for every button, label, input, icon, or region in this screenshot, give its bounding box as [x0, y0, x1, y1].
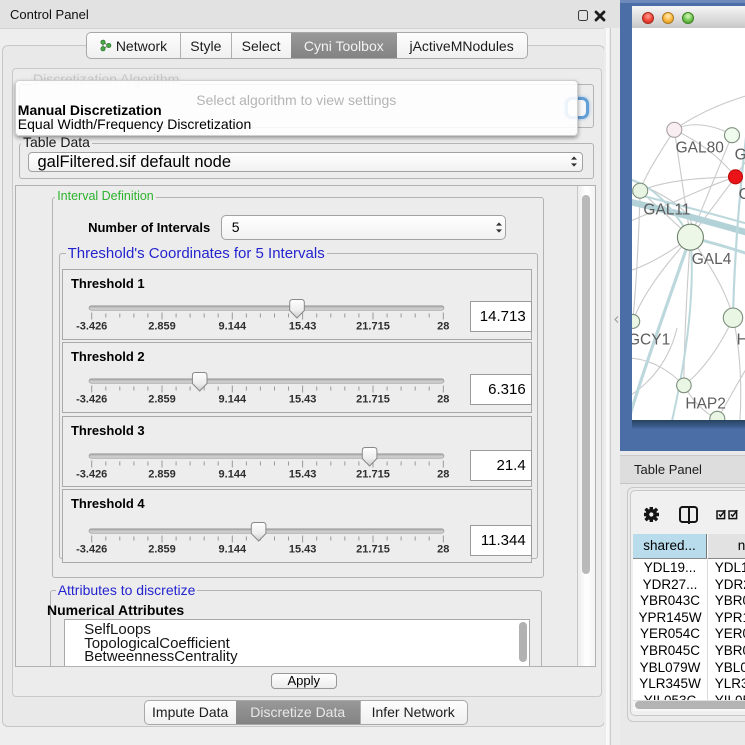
svg-text:28: 28 — [437, 320, 449, 332]
svg-text:HA: HA — [737, 331, 745, 348]
svg-text:21.715: 21.715 — [356, 468, 390, 480]
svg-text:-3.426: -3.426 — [76, 393, 107, 405]
svg-text:2.859: 2.859 — [148, 468, 176, 480]
svg-text:21.715: 21.715 — [356, 544, 390, 556]
svg-text:28: 28 — [437, 393, 449, 405]
svg-text:2.859: 2.859 — [148, 320, 176, 332]
svg-text:GAL80: GAL80 — [676, 139, 725, 156]
svg-text:-3.426: -3.426 — [76, 544, 107, 556]
svg-text:9.144: 9.144 — [219, 468, 247, 480]
svg-text:21.715: 21.715 — [356, 393, 390, 405]
svg-text:9.144: 9.144 — [219, 320, 247, 332]
svg-text:15.43: 15.43 — [289, 393, 317, 405]
svg-text:2.859: 2.859 — [148, 544, 176, 556]
svg-text:21.715: 21.715 — [356, 320, 390, 332]
svg-text:2.859: 2.859 — [148, 393, 176, 405]
svg-text:28: 28 — [437, 468, 449, 480]
svg-text:GCY1: GCY1 — [632, 331, 670, 348]
svg-text:15.43: 15.43 — [289, 544, 317, 556]
svg-text:-3.426: -3.426 — [76, 468, 107, 480]
svg-text:-3.426: -3.426 — [76, 320, 107, 332]
svg-text:15.43: 15.43 — [289, 320, 317, 332]
svg-text:CY: CY — [739, 185, 745, 202]
svg-text:15.43: 15.43 — [289, 468, 317, 480]
svg-text:GA: GA — [735, 146, 745, 163]
svg-text:GAL4: GAL4 — [692, 251, 732, 268]
svg-text:9.144: 9.144 — [219, 393, 247, 405]
svg-text:HAP2: HAP2 — [686, 395, 727, 412]
svg-text:28: 28 — [437, 544, 449, 556]
svg-text:9.144: 9.144 — [219, 544, 247, 556]
svg-text:GAL11: GAL11 — [644, 201, 691, 218]
